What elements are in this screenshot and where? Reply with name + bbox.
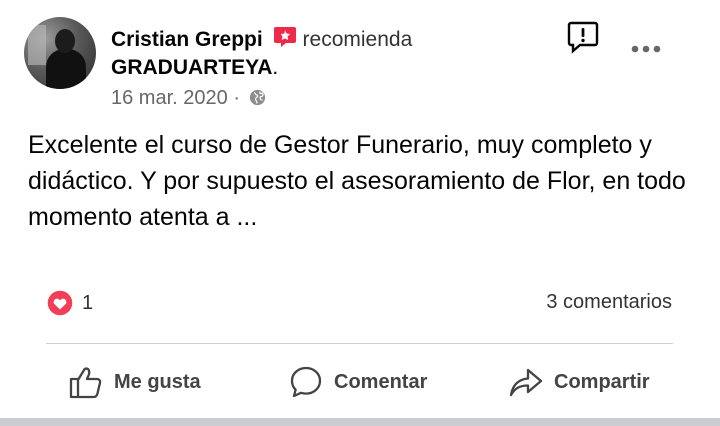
share-arrow-icon <box>509 368 543 397</box>
avatar-figure-body <box>46 49 86 89</box>
comment-button[interactable]: Comentar <box>288 364 427 400</box>
avatar-figure-head <box>55 29 75 53</box>
meta-separator: · <box>233 87 240 109</box>
post-date[interactable]: 16 mar. 2020 <box>111 87 228 109</box>
comments-count-link[interactable]: 3 comentarios <box>546 291 672 314</box>
comment-label: Comentar <box>334 370 428 393</box>
share-button[interactable]: Compartir <box>508 364 650 400</box>
reaction-count: 1 <box>82 291 94 314</box>
comment-bubble-icon <box>290 366 322 398</box>
globe-icon <box>249 88 266 106</box>
feed-separator <box>0 418 720 426</box>
author-name[interactable]: Cristian Greppi <box>111 28 263 51</box>
heart-reaction-icon <box>46 289 74 317</box>
like-label: Me gusta <box>114 370 201 393</box>
post-meta: 16 mar. 2020 · <box>111 86 266 110</box>
more-options-icon[interactable] <box>630 42 662 54</box>
recommend-action-text: recomienda <box>302 28 413 51</box>
avatar-background <box>28 25 46 65</box>
actions-divider <box>46 343 673 344</box>
post-body-text: Excelente el curso de Gestor Funerario, … <box>28 131 686 231</box>
page-name-suffix: . <box>272 56 279 79</box>
share-label: Compartir <box>554 370 650 393</box>
recommend-badge-icon <box>273 26 297 48</box>
thumbs-up-icon <box>69 367 102 399</box>
reaction-summary[interactable]: 1 <box>46 289 93 317</box>
report-flag-icon[interactable] <box>566 20 600 54</box>
like-button[interactable]: Me gusta <box>68 364 201 400</box>
page-name-link[interactable]: GRADUARTEYA <box>111 56 272 79</box>
author-avatar[interactable] <box>24 17 96 89</box>
post-header: Cristian Greppi recomienda GRADUARTEYA. <box>111 26 551 82</box>
